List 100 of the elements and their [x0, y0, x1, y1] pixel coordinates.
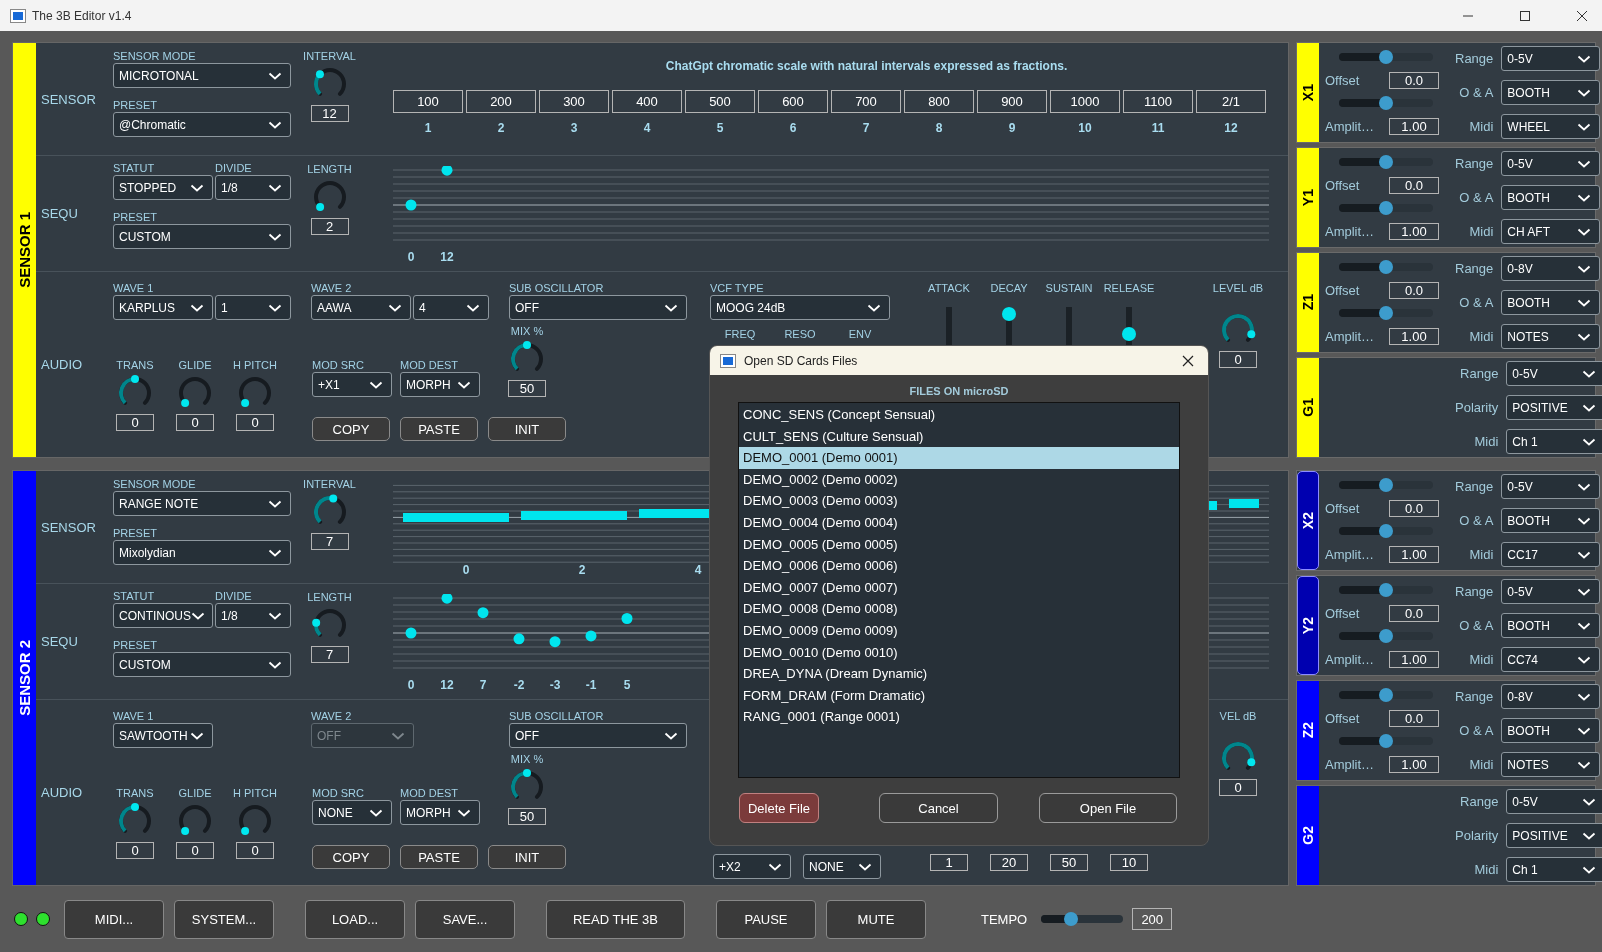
dropdown[interactable]: 0-5V [1501, 151, 1601, 176]
dropdown[interactable]: RANGE NOTE [113, 491, 291, 516]
file-item[interactable]: DEMO_0003 (Demo 0003) [739, 490, 1179, 512]
dropdown[interactable]: NOTES [1501, 752, 1601, 777]
dropdown[interactable]: MOOG 24dB [710, 295, 890, 320]
dropdown[interactable]: BOOTH [1501, 718, 1601, 743]
dropdown[interactable]: BOOTH [1501, 290, 1601, 315]
panel-button[interactable]: COPY [312, 845, 390, 869]
dropdown[interactable]: Mixolydian [113, 540, 291, 565]
file-item[interactable]: DREA_DYNA (Dream Dynamic) [739, 663, 1179, 685]
dropdown[interactable]: MORPH [400, 372, 480, 397]
toolbar-button[interactable]: MUTE [826, 899, 926, 939]
dropdown[interactable]: STOPPED [113, 175, 213, 200]
dropdown[interactable]: POSITIVE [1506, 823, 1602, 848]
dropdown[interactable]: CUSTOM [113, 652, 291, 677]
dropdown[interactable]: CONTINOUS [113, 603, 213, 628]
value-field[interactable]: 0.0 [1389, 499, 1439, 517]
interval-field[interactable]: 2/1 [1196, 90, 1266, 113]
dropdown[interactable]: BOOTH [1501, 185, 1601, 210]
dropdown[interactable]: NONE [803, 854, 881, 879]
dropdown[interactable]: +X2 [713, 854, 791, 879]
value-field[interactable]: 0 [1219, 351, 1257, 368]
panel-button[interactable]: INIT [488, 417, 566, 441]
dropdown[interactable]: CUSTOM [113, 224, 291, 249]
interval-field[interactable]: 600 [758, 90, 828, 113]
dropdown[interactable]: MICROTONAL [113, 63, 291, 88]
value-field[interactable]: 0 [236, 842, 274, 859]
dropdown[interactable]: +X1 [312, 372, 392, 397]
value-field[interactable]: 0.0 [1389, 709, 1439, 727]
file-item[interactable]: DEMO_0002 (Demo 0002) [739, 468, 1179, 491]
value-field[interactable]: 1.00 [1389, 118, 1439, 136]
dropdown[interactable]: BOOTH [1501, 508, 1601, 533]
dropdown[interactable]: 0-5V [1501, 474, 1601, 499]
value-field[interactable]: 1.00 [1389, 651, 1439, 669]
interval-field[interactable]: 1000 [1050, 90, 1120, 113]
toolbar-button[interactable]: LOAD... [305, 899, 405, 939]
interval-field[interactable]: 900 [977, 90, 1047, 113]
dropdown[interactable]: CH AFT [1501, 219, 1601, 244]
dropdown[interactable]: 0-8V [1501, 684, 1601, 709]
dropdown[interactable]: KARPLUS [113, 295, 213, 320]
dropdown[interactable]: 0-5V [1501, 579, 1601, 604]
value-field[interactable]: 10 [1110, 854, 1148, 871]
interval-field[interactable]: 300 [539, 90, 609, 113]
dropdown[interactable]: Ch 1 [1506, 429, 1602, 454]
value-field[interactable]: 50 [508, 808, 546, 825]
dropdown[interactable]: 0-5V [1506, 789, 1602, 814]
file-item[interactable]: DEMO_0006 (Demo 0006) [739, 555, 1179, 577]
dialog-button[interactable]: Delete File [739, 793, 819, 823]
value-field[interactable]: 0 [176, 414, 214, 431]
dropdown[interactable]: SAWTOOTH [113, 723, 213, 748]
value-field[interactable]: 1.00 [1389, 756, 1439, 774]
toolbar-button[interactable]: READ THE 3B [546, 899, 685, 939]
panel-button[interactable]: PASTE [400, 845, 478, 869]
dropdown[interactable]: WHEEL [1501, 114, 1601, 139]
dropdown[interactable]: OFF [509, 295, 687, 320]
value-field[interactable]: 0.0 [1389, 176, 1439, 194]
panel-button[interactable]: PASTE [400, 417, 478, 441]
toolbar-button[interactable]: SAVE... [415, 899, 515, 939]
file-item[interactable]: DEMO_0001 (Demo 0001) [739, 447, 1179, 469]
value-field[interactable]: 0 [1219, 779, 1257, 796]
interval-field[interactable]: 200 [466, 90, 536, 113]
file-item[interactable]: DEMO_0005 (Demo 0005) [739, 533, 1179, 556]
file-item[interactable]: DEMO_0004 (Demo 0004) [739, 511, 1179, 534]
value-field[interactable]: 0.0 [1389, 604, 1439, 622]
panel-button[interactable]: INIT [488, 845, 566, 869]
dropdown[interactable]: Ch 1 [1506, 857, 1602, 882]
value-field[interactable]: 50 [508, 380, 546, 397]
value-field[interactable]: 0.0 [1389, 281, 1439, 299]
file-item[interactable]: DEMO_0007 (Demo 0007) [739, 576, 1179, 599]
dropdown[interactable]: 1/8 [215, 603, 291, 628]
file-item[interactable]: DEMO_0008 (Demo 0008) [739, 598, 1179, 620]
value-field[interactable]: 0 [236, 414, 274, 431]
dropdown[interactable]: CC17 [1501, 542, 1601, 567]
file-item[interactable]: CULT_SENS (Culture Sensual) [739, 425, 1179, 448]
value-field[interactable]: 1.00 [1389, 223, 1439, 241]
dropdown[interactable]: 4 [413, 295, 489, 320]
dropdown[interactable]: @Chromatic [113, 112, 291, 137]
value-field[interactable]: 1.00 [1389, 546, 1439, 564]
interval-field[interactable]: 400 [612, 90, 682, 113]
dropdown[interactable]: 0-5V [1501, 46, 1601, 71]
tempo-field[interactable]: 200 [1132, 908, 1173, 930]
dropdown[interactable]: NONE [312, 800, 392, 825]
toolbar-button[interactable]: SYSTEM... [174, 899, 274, 939]
interval-field[interactable]: 500 [685, 90, 755, 113]
dropdown[interactable]: AAWA [311, 295, 411, 320]
value-field[interactable]: 0.0 [1389, 71, 1439, 89]
value-field[interactable]: 50 [1050, 854, 1088, 871]
dropdown[interactable]: NOTES [1501, 324, 1601, 349]
interval-field[interactable]: 800 [904, 90, 974, 113]
dropdown[interactable]: MORPH [400, 800, 480, 825]
dropdown[interactable]: 1/8 [215, 175, 291, 200]
toolbar-button[interactable]: PAUSE [716, 899, 816, 939]
interval-field[interactable]: 700 [831, 90, 901, 113]
interval-field[interactable]: 1100 [1123, 90, 1193, 113]
value-field[interactable]: 7 [310, 533, 349, 550]
value-field[interactable]: 12 [310, 105, 349, 122]
dropdown[interactable]: 0-8V [1501, 256, 1601, 281]
value-field[interactable]: 20 [990, 854, 1028, 871]
dialog-button[interactable]: Cancel [879, 793, 998, 823]
file-item[interactable]: DEMO_0009 (Demo 0009) [739, 619, 1179, 642]
